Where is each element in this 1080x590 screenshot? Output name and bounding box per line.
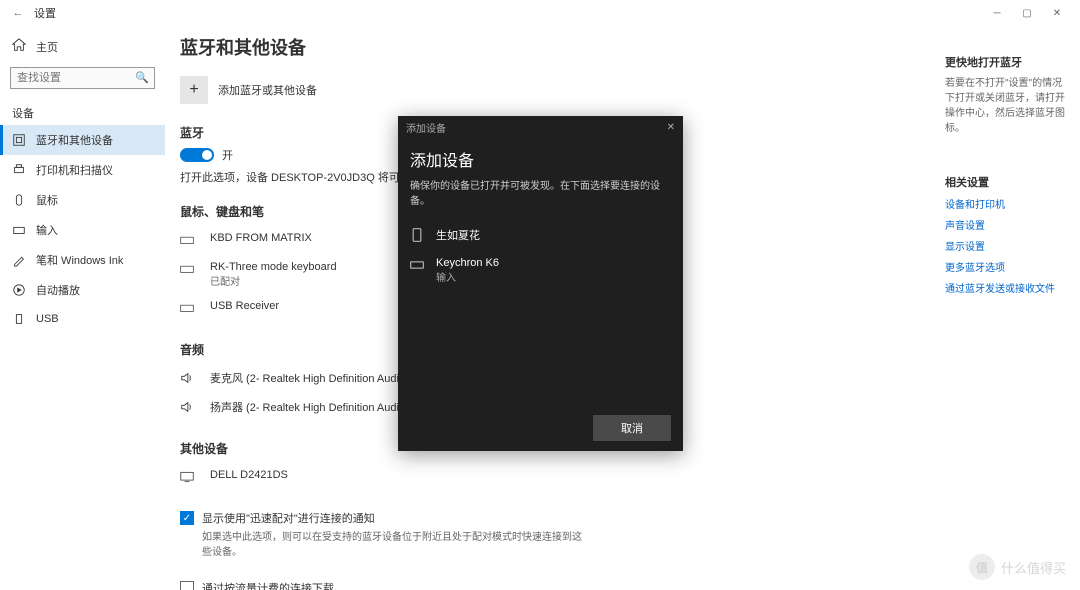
bluetooth-icon (12, 133, 26, 147)
device-item[interactable]: DELL D2421DS (180, 463, 935, 492)
search-input[interactable] (10, 67, 155, 89)
dialog-header-text: 添加设备 (406, 120, 446, 135)
checkbox-label: 显示使用"迅速配对"进行连接的通知 (202, 510, 582, 526)
keyboard-icon (180, 262, 200, 278)
related-link[interactable]: 设备和打印机 (945, 196, 1070, 211)
dialog-close-button[interactable]: ✕ (667, 122, 675, 133)
cancel-button[interactable]: 取消 (593, 415, 671, 441)
back-button[interactable]: ← (8, 7, 28, 19)
add-device-dialog: 添加设备 ✕ 添加设备 确保你的设备已打开并可被发现。在下面选择要连接的设备。 … (398, 116, 683, 451)
found-device-item[interactable]: Keychron K6 输入 (410, 251, 671, 290)
sidebar-item-bluetooth[interactable]: 蓝牙和其他设备 (0, 125, 165, 155)
mouse-icon (12, 193, 26, 207)
speaker-icon (180, 371, 200, 387)
watermark-badge: 值 (969, 554, 995, 580)
sidebar-item-label: USB (36, 313, 59, 325)
device-name: USB Receiver (210, 300, 279, 312)
monitor-icon (180, 470, 200, 486)
sidebar-item-label: 自动播放 (36, 282, 80, 298)
metered-download-checkbox-row: 通过按流量计费的连接下载 为避免产生额外的费用，请始终关闭此功能。这样当你使用按… (180, 580, 935, 590)
search-icon: 🔍 (135, 71, 149, 84)
checkbox-metered[interactable] (180, 581, 194, 590)
related-link[interactable]: 更多蓝牙选项 (945, 259, 1070, 274)
right-panel: 更快地打开蓝牙 若要在不打开"设置"的情况下打开或关闭蓝牙，请打开操作中心，然后… (945, 40, 1080, 301)
sidebar-item-pen[interactable]: 笔和 Windows Ink (0, 245, 165, 275)
pen-icon (12, 253, 26, 267)
sidebar-group-label: 设备 (0, 95, 165, 125)
speaker-icon (180, 400, 200, 416)
swift-pair-checkbox-row: ✓ 显示使用"迅速配对"进行连接的通知 如果选中此选项，则可以在受支持的蓝牙设备… (180, 510, 935, 558)
search-box[interactable]: 🔍 (10, 67, 155, 89)
sidebar-item-label: 蓝牙和其他设备 (36, 132, 113, 148)
checkbox-swift-pair[interactable]: ✓ (180, 511, 194, 525)
keyboard-icon (180, 233, 200, 249)
device-name: RK-Three mode keyboard (210, 261, 337, 273)
phone-icon (410, 228, 428, 245)
tip-desc: 若要在不打开"设置"的情况下打开或关闭蓝牙，请打开操作中心，然后选择蓝牙图标。 (945, 74, 1070, 134)
window-title: 设置 (34, 5, 56, 21)
page-title: 蓝牙和其他设备 (180, 34, 935, 60)
checkbox-desc: 如果选中此选项，则可以在受支持的蓝牙设备位于附近且处于配对模式时快速连接到这些设… (202, 528, 582, 558)
sidebar-home[interactable]: 主页 (0, 32, 165, 61)
watermark-text: 什么值得买 (1001, 558, 1066, 577)
device-name: KBD FROM MATRIX (210, 232, 312, 244)
found-device-item[interactable]: 生如夏花 (410, 221, 671, 251)
dialog-header: 添加设备 ✕ (398, 116, 683, 139)
sidebar-item-typing[interactable]: 输入 (0, 215, 165, 245)
related-link[interactable]: 显示设置 (945, 238, 1070, 253)
window-controls: ─ ▢ ✕ (982, 0, 1072, 26)
dialog-title: 添加设备 (410, 147, 671, 171)
sidebar-item-label: 笔和 Windows Ink (36, 252, 123, 268)
sidebar-item-usb[interactable]: USB (0, 305, 165, 333)
bluetooth-toggle[interactable] (180, 148, 214, 162)
add-device-button[interactable]: + (180, 76, 208, 104)
device-name: DELL D2421DS (210, 469, 288, 481)
related-link[interactable]: 声音设置 (945, 217, 1070, 232)
maximize-button[interactable]: ▢ (1012, 0, 1042, 26)
titlebar: ← 设置 ─ ▢ ✕ (0, 0, 1080, 26)
found-device-type: 输入 (436, 269, 499, 284)
usb-icon (12, 312, 26, 326)
found-device-name: 生如夏花 (436, 227, 480, 243)
related-link[interactable]: 通过蓝牙发送或接收文件 (945, 280, 1070, 295)
found-device-name: Keychron K6 (436, 257, 499, 269)
watermark: 值 什么值得买 (969, 554, 1066, 580)
keyboard-icon (180, 301, 200, 317)
sidebar-item-printers[interactable]: 打印机和扫描仪 (0, 155, 165, 185)
minimize-button[interactable]: ─ (982, 0, 1012, 26)
bluetooth-state: 开 (222, 147, 233, 163)
keyboard-icon (12, 223, 26, 237)
sidebar-item-label: 鼠标 (36, 192, 58, 208)
close-button[interactable]: ✕ (1042, 0, 1072, 26)
printer-icon (12, 163, 26, 177)
sidebar-item-autoplay[interactable]: 自动播放 (0, 275, 165, 305)
autoplay-icon (12, 283, 26, 297)
add-device-row[interactable]: + 添加蓝牙或其他设备 (180, 76, 935, 104)
sidebar-item-label: 输入 (36, 222, 58, 238)
home-icon (12, 38, 26, 55)
related-title: 相关设置 (945, 174, 1070, 190)
tip-title: 更快地打开蓝牙 (945, 54, 1070, 70)
sidebar-item-label: 打印机和扫描仪 (36, 162, 113, 178)
keyboard-icon (410, 258, 428, 275)
sidebar-item-mouse[interactable]: 鼠标 (0, 185, 165, 215)
checkbox-label: 通过按流量计费的连接下载 (202, 580, 582, 590)
add-device-label: 添加蓝牙或其他设备 (218, 82, 317, 98)
sidebar: 主页 🔍 设备 蓝牙和其他设备 打印机和扫描仪 鼠标 输入 笔和 Windows… (0, 26, 165, 590)
sidebar-home-label: 主页 (36, 39, 58, 55)
dialog-subtitle: 确保你的设备已打开并可被发现。在下面选择要连接的设备。 (410, 177, 671, 207)
device-name: 麦克风 (2- Realtek High Definition Audio) (210, 370, 409, 386)
device-status: 已配对 (210, 273, 337, 288)
device-name: 扬声器 (2- Realtek High Definition Audio) (210, 399, 409, 415)
